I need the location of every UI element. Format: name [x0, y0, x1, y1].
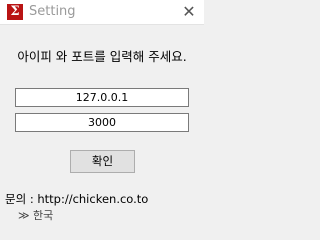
close-button[interactable]: ✕ — [178, 1, 200, 23]
title-bar: Σ Setting ✕ — [0, 0, 204, 25]
prompt-text: 아이피 와 포트를 입력해 주세요. — [17, 49, 187, 64]
window-title: Setting — [29, 4, 76, 19]
ip-input[interactable] — [15, 88, 189, 107]
settings-dialog: Σ Setting ✕ 아이피 와 포트를 입력해 주세요. 확인 ≫ 한국 문… — [0, 0, 204, 222]
confirm-button[interactable]: 확인 — [70, 150, 135, 173]
app-icon: Σ — [7, 4, 23, 20]
background-window-text: ≫ 한국 — [18, 209, 54, 222]
port-input[interactable] — [15, 113, 189, 132]
contact-text: 문의 : http://chicken.co.to — [5, 192, 149, 206]
close-icon: ✕ — [182, 2, 196, 21]
